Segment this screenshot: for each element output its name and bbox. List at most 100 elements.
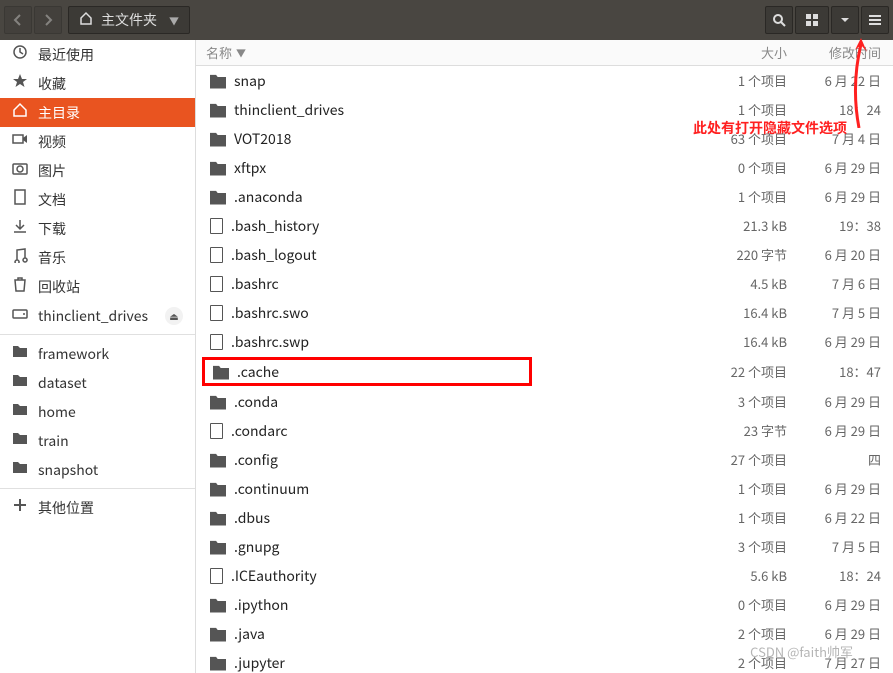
file-name: .bash_history	[231, 216, 319, 236]
folder-icon	[12, 372, 28, 393]
file-row[interactable]: .cache22 个项目18：47	[196, 356, 893, 387]
file-icon	[210, 247, 223, 263]
sidebar-item-dataset[interactable]: dataset	[0, 368, 195, 397]
path-bar[interactable]: 主文件夹 ▼	[68, 6, 190, 34]
file-row[interactable]: .bashrc4.5 kB7 月 6 日	[196, 269, 893, 298]
back-button[interactable]	[4, 6, 32, 34]
sidebar-item-视频[interactable]: 视频	[0, 127, 195, 156]
column-name[interactable]: 名称 ▼	[196, 40, 707, 65]
file-size: 0 个项目	[707, 595, 793, 614]
file-mtime: 6 月 29 日	[793, 158, 893, 177]
sidebar: 最近使用收藏主目录视频图片文档下载音乐回收站 thinclient_drives ⏏…	[0, 40, 196, 673]
file-row[interactable]: .ICEauthority5.6 kB18：24	[196, 561, 893, 590]
folder-icon	[210, 73, 226, 89]
sidebar-item-收藏[interactable]: 收藏	[0, 69, 195, 98]
file-size: 0 个项目	[707, 158, 793, 177]
sidebar-item-主目录[interactable]: 主目录	[0, 98, 195, 127]
file-mtime: 7 月 6 日	[793, 274, 893, 293]
sidebar-item-下载[interactable]: 下载	[0, 214, 195, 243]
file-size: 16.4 kB	[707, 332, 793, 351]
file-name: .anaconda	[234, 187, 303, 207]
file-row[interactable]: .gnupg3 个项目7 月 5 日	[196, 532, 893, 561]
eject-icon[interactable]: ⏏	[165, 307, 183, 325]
sidebar-item-framework[interactable]: framework	[0, 339, 195, 368]
file-row[interactable]: .anaconda1 个项目6 月 29 日	[196, 182, 893, 211]
folder-icon	[210, 539, 226, 555]
file-row[interactable]: .dbus1 个项目6 月 22 日	[196, 503, 893, 532]
file-row[interactable]: .bashrc.swp16.4 kB6 月 29 日	[196, 327, 893, 356]
folder-icon	[210, 102, 226, 118]
sidebar-item-label: 主目录	[38, 103, 80, 123]
doc-icon	[12, 189, 28, 210]
file-name: .condarc	[231, 421, 288, 441]
home-icon	[79, 10, 93, 30]
view-grid-button[interactable]	[795, 6, 829, 34]
toolbar: 主文件夹 ▼	[0, 0, 893, 40]
file-mtime: 6 月 29 日	[793, 332, 893, 351]
file-name: .bashrc	[231, 274, 279, 294]
menu-button[interactable]	[861, 6, 889, 34]
home-icon	[12, 102, 28, 123]
file-size: 1 个项目	[707, 100, 793, 119]
file-icon	[210, 218, 223, 234]
column-mtime[interactable]: 修改时间	[793, 40, 893, 65]
file-size: 1 个项目	[707, 508, 793, 527]
file-icon	[210, 423, 223, 439]
file-row[interactable]: .condarc23 字节6 月 29 日	[196, 416, 893, 445]
file-size: 220 字节	[707, 245, 793, 264]
sidebar-item-回收站[interactable]: 回收站	[0, 272, 195, 301]
sidebar-item-文档[interactable]: 文档	[0, 185, 195, 214]
file-name: .continuum	[234, 479, 309, 499]
file-row[interactable]: .config27 个项目四	[196, 445, 893, 474]
sidebar-item-label: 文档	[38, 190, 66, 210]
sidebar-item-音乐[interactable]: 音乐	[0, 243, 195, 272]
sidebar-item-train[interactable]: train	[0, 426, 195, 455]
file-mtime: 6 月 29 日	[793, 421, 893, 440]
file-row[interactable]: .continuum1 个项目6 月 29 日	[196, 474, 893, 503]
file-row[interactable]: .bash_history21.3 kB19：38	[196, 211, 893, 240]
sidebar-item-label: 视频	[38, 132, 66, 152]
chevron-down-icon: ▼	[169, 13, 179, 28]
file-row[interactable]: snap1 个项目6 月 22 日	[196, 66, 893, 95]
file-row[interactable]: .bash_logout220 字节6 月 20 日	[196, 240, 893, 269]
file-mtime: 四	[793, 450, 893, 469]
sidebar-item-label: snapshot	[38, 460, 98, 480]
sidebar-item-最近使用[interactable]: 最近使用	[0, 40, 195, 69]
view-options-button[interactable]	[831, 6, 859, 34]
file-name: VOT2018	[234, 129, 291, 149]
sidebar-item-图片[interactable]: 图片	[0, 156, 195, 185]
file-icon	[210, 568, 223, 584]
file-row[interactable]: .bashrc.swo16.4 kB7 月 5 日	[196, 298, 893, 327]
file-size: 16.4 kB	[707, 303, 793, 322]
download-icon	[12, 218, 28, 239]
plus-icon	[12, 497, 28, 518]
column-size[interactable]: 大小	[707, 40, 793, 65]
file-size: 1 个项目	[707, 71, 793, 90]
file-mtime: 7 月 5 日	[793, 537, 893, 556]
sidebar-item-label: 音乐	[38, 248, 66, 268]
trash-icon	[12, 276, 28, 297]
file-row[interactable]: .ipython 0 个项目6 月 29 日	[196, 590, 893, 619]
file-row[interactable]: .conda3 个项目6 月 29 日	[196, 387, 893, 416]
forward-button[interactable]	[34, 6, 62, 34]
folder-icon	[12, 459, 28, 480]
sidebar-item-thinclient_drives[interactable]: thinclient_drives ⏏	[0, 301, 195, 330]
file-name: .ipython	[234, 595, 288, 615]
file-name: .java	[234, 624, 265, 644]
sidebar-item-label: 最近使用	[38, 45, 94, 65]
sidebar-item-home[interactable]: home	[0, 397, 195, 426]
path-label: 主文件夹	[101, 10, 157, 30]
file-mtime: 6 月 29 日	[793, 624, 893, 643]
search-button[interactable]	[765, 6, 793, 34]
sidebar-item-label: thinclient_drives	[38, 306, 148, 326]
sidebar-item-snapshot[interactable]: snapshot	[0, 455, 195, 484]
file-mtime: 6 月 29 日	[793, 595, 893, 614]
sidebar-item-其他位置[interactable]: 其他位置	[0, 493, 195, 522]
file-row[interactable]: xftpx0 个项目6 月 29 日	[196, 153, 893, 182]
folder-icon	[210, 481, 226, 497]
file-mtime: 6 月 22 日	[793, 508, 893, 527]
file-mtime: 18：24	[793, 566, 893, 585]
folder-icon	[210, 597, 226, 613]
sidebar-item-label: framework	[38, 344, 109, 364]
file-header: 名称 ▼ 大小 修改时间	[196, 40, 893, 66]
